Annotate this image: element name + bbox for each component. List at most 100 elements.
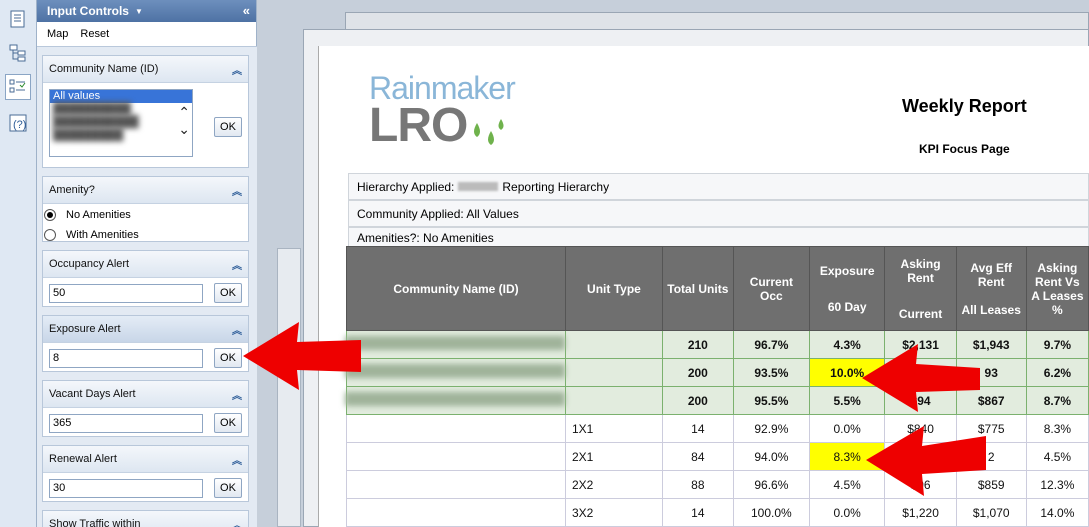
- community-ok-button[interactable]: OK: [214, 117, 242, 137]
- exposure-input[interactable]: 8: [49, 349, 203, 368]
- community-listbox[interactable]: All values ██████████ ███████████ ██████…: [49, 89, 193, 157]
- collapse-control-icon[interactable]: ︽: [232, 62, 242, 77]
- cell-unit: [565, 386, 663, 415]
- cell-occ: 96.6%: [732, 470, 810, 499]
- occupancy-label: Occupancy Alert: [49, 258, 130, 270]
- cell-total: 200: [661, 358, 734, 387]
- community-control: Community Name (ID) ︽ All values ████████…: [42, 55, 249, 168]
- cell-community: [345, 330, 566, 359]
- list-item[interactable]: ███████████: [50, 116, 192, 129]
- vacant-ok-button[interactable]: OK: [214, 413, 242, 433]
- svg-text:(?): (?): [13, 119, 26, 131]
- community-label: Community Name (ID): [49, 63, 159, 75]
- cell-vs: 4.5%: [1025, 442, 1089, 471]
- cell-total: 210: [661, 330, 734, 359]
- chevron-down-icon[interactable]: ▼: [135, 7, 143, 16]
- cell-occ: 96.7%: [732, 330, 810, 359]
- cell-vs: 8.3%: [1025, 414, 1089, 443]
- cell-occ: 94.0%: [732, 442, 810, 471]
- scroll-arrows-icon[interactable]: ⌃ ⌄: [178, 104, 190, 138]
- help-icon[interactable]: (?): [5, 110, 31, 136]
- collapse-control-icon[interactable]: ︽: [232, 517, 242, 527]
- cell-total: 14: [661, 498, 734, 527]
- cell-unit: [565, 330, 663, 359]
- input-controls-icon[interactable]: [5, 74, 31, 100]
- exposure-label: Exposure Alert: [49, 323, 121, 335]
- occupancy-ok-button[interactable]: OK: [214, 283, 242, 303]
- cell-unit: 2X1: [565, 442, 663, 471]
- collapse-panel-icon[interactable]: «: [243, 3, 250, 18]
- hierarchy-icon[interactable]: [5, 40, 31, 66]
- red-arrow-icon: [243, 322, 361, 390]
- cell-community: [346, 414, 566, 443]
- exposure-ok-button[interactable]: OK: [214, 348, 242, 368]
- input-controls-panel: Input Controls ▼ « Map Reset Community N…: [37, 0, 257, 527]
- cell-occ: 92.9%: [732, 414, 810, 443]
- list-item[interactable]: All values: [50, 90, 192, 103]
- cell-vs: 8.7%: [1025, 386, 1089, 415]
- col-total-units[interactable]: Total Units: [661, 246, 734, 331]
- collapse-control-icon[interactable]: ︽: [232, 452, 242, 467]
- list-item[interactable]: █████████: [50, 129, 192, 142]
- renewal-ok-button[interactable]: OK: [214, 478, 242, 498]
- table-header: Community Name (ID) Unit Type Total Unit…: [346, 246, 1089, 331]
- hierarchy-applied: Hierarchy Applied: Reporting Hierarchy: [348, 173, 1089, 200]
- no-amenities-option[interactable]: No Amenities: [44, 205, 248, 225]
- vacant-label: Vacant Days Alert: [49, 388, 136, 400]
- droplets-icon: [474, 119, 504, 145]
- cell-occ: 95.5%: [732, 386, 810, 415]
- col-asking-rent[interactable]: Asking Rent Current: [884, 246, 957, 331]
- col-unit-type[interactable]: Unit Type: [565, 246, 663, 331]
- list-item[interactable]: ██████████: [50, 103, 192, 116]
- cell-avg: $1,070: [955, 498, 1027, 527]
- map-menu-item[interactable]: Map: [47, 28, 68, 40]
- vacant-input[interactable]: 365: [49, 414, 203, 433]
- collapse-control-icon[interactable]: ︽: [232, 387, 242, 402]
- controls-list: Community Name (ID) ︽ All values ████████…: [37, 46, 257, 527]
- panel-header: Input Controls ▼ «: [37, 0, 256, 22]
- panel-title: Input Controls: [47, 4, 129, 18]
- amenities-applied: Amenities?: No Amenities: [348, 227, 1089, 247]
- report-title: Weekly Report: [902, 96, 1027, 116]
- cell-vs: 9.7%: [1025, 330, 1089, 359]
- amenity-label: Amenity?: [49, 184, 95, 196]
- occupancy-input[interactable]: 50: [49, 284, 203, 303]
- traffic-label: Show Traffic within: [49, 518, 141, 527]
- radio-selected-icon[interactable]: [44, 209, 56, 221]
- traffic-control: Show Traffic within ︽: [42, 510, 249, 527]
- col-community[interactable]: Community Name (ID): [346, 246, 566, 331]
- cell-total: 84: [661, 442, 734, 471]
- cell-unit: 2X2: [565, 470, 663, 499]
- cell-total: 200: [661, 386, 734, 415]
- col-exposure[interactable]: Exposure 60 Day: [808, 246, 886, 331]
- cell-unit: 1X1: [565, 414, 663, 443]
- cell-exp: 0.0%: [808, 498, 886, 527]
- exposure-control: Exposure Alert ︽ 8 OK: [42, 315, 249, 372]
- document-icon[interactable]: [5, 6, 31, 32]
- radio-icon[interactable]: [44, 229, 56, 241]
- vacant-days-control: Vacant Days Alert ︽ 365 OK: [42, 380, 249, 437]
- red-arrow-icon: [862, 344, 980, 412]
- collapse-control-icon[interactable]: ︽: [232, 183, 242, 198]
- report-subtitle: KPI Focus Page: [919, 142, 1010, 156]
- with-amenities-option[interactable]: With Amenities: [44, 225, 248, 245]
- cell-vs: 6.2%: [1025, 358, 1089, 387]
- renewal-label: Renewal Alert: [49, 453, 117, 465]
- collapse-control-icon[interactable]: ︽: [232, 322, 242, 337]
- cell-vs: 12.3%: [1025, 470, 1089, 499]
- col-current-occ[interactable]: Current Occ: [732, 246, 810, 331]
- cell-total: 14: [661, 414, 734, 443]
- col-avg-eff-rent[interactable]: Avg Eff Rent All Leases: [955, 246, 1027, 331]
- red-arrow-icon: [866, 426, 986, 496]
- cell-community: [345, 358, 566, 387]
- community-applied: Community Applied: All Values: [348, 200, 1089, 227]
- reset-menu-item[interactable]: Reset: [80, 28, 109, 40]
- amenity-control: Amenity? ︽ No Amenities With Amenities: [42, 176, 249, 242]
- occupancy-control: Occupancy Alert ︽ 50 OK: [42, 250, 249, 307]
- col-asking-vs[interactable]: Asking Rent Vs A Leases %: [1025, 246, 1089, 331]
- renewal-input[interactable]: 30: [49, 479, 203, 498]
- left-toolbar: (?): [0, 0, 37, 527]
- cell-occ: 93.5%: [732, 358, 810, 387]
- rainmaker-logo: Rainmaker LRO: [369, 70, 516, 152]
- collapse-control-icon[interactable]: ︽: [232, 257, 242, 272]
